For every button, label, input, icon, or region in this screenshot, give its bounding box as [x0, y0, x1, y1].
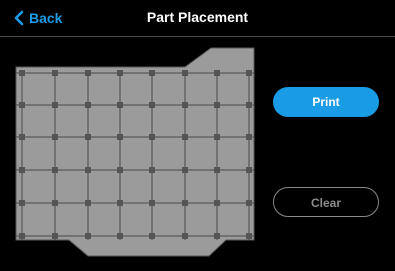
grid-node — [19, 233, 25, 239]
grid-node — [214, 134, 220, 140]
grid-node — [52, 167, 58, 173]
grid-node — [52, 134, 58, 140]
grid-node — [19, 70, 25, 76]
build-plate[interactable] — [0, 0, 395, 271]
grid-node — [246, 200, 252, 206]
print-button[interactable]: Print — [273, 87, 379, 117]
grid-node — [214, 233, 220, 239]
grid-node — [182, 102, 188, 108]
grid-node — [117, 200, 123, 206]
build-plate-outline — [15, 47, 255, 257]
grid-node — [246, 70, 252, 76]
grid-node — [85, 233, 91, 239]
grid-node — [52, 102, 58, 108]
grid-node — [19, 134, 25, 140]
grid-node — [149, 102, 155, 108]
grid-node — [182, 167, 188, 173]
grid-node — [214, 102, 220, 108]
grid-node — [182, 70, 188, 76]
grid-node — [52, 70, 58, 76]
grid-node — [52, 233, 58, 239]
grid-node — [19, 167, 25, 173]
grid-node — [149, 167, 155, 173]
grid-node — [149, 70, 155, 76]
grid-node — [117, 233, 123, 239]
grid-node — [85, 70, 91, 76]
grid-node — [246, 102, 252, 108]
grid-node — [182, 200, 188, 206]
grid-node — [214, 70, 220, 76]
grid-node — [117, 70, 123, 76]
grid-node — [182, 134, 188, 140]
grid-node — [214, 200, 220, 206]
grid-node — [149, 200, 155, 206]
grid-node — [85, 134, 91, 140]
clear-button[interactable]: Clear — [273, 187, 379, 217]
grid-node — [85, 200, 91, 206]
grid-node — [85, 167, 91, 173]
grid-node — [246, 134, 252, 140]
grid-node — [52, 200, 58, 206]
grid-node — [19, 102, 25, 108]
grid-node — [214, 167, 220, 173]
grid-node — [117, 134, 123, 140]
grid-node — [117, 102, 123, 108]
grid-node — [246, 167, 252, 173]
grid-node — [117, 167, 123, 173]
grid-node — [85, 102, 91, 108]
grid-node — [19, 200, 25, 206]
grid-node — [246, 233, 252, 239]
grid-node — [149, 233, 155, 239]
grid-node — [149, 134, 155, 140]
grid-node — [182, 233, 188, 239]
